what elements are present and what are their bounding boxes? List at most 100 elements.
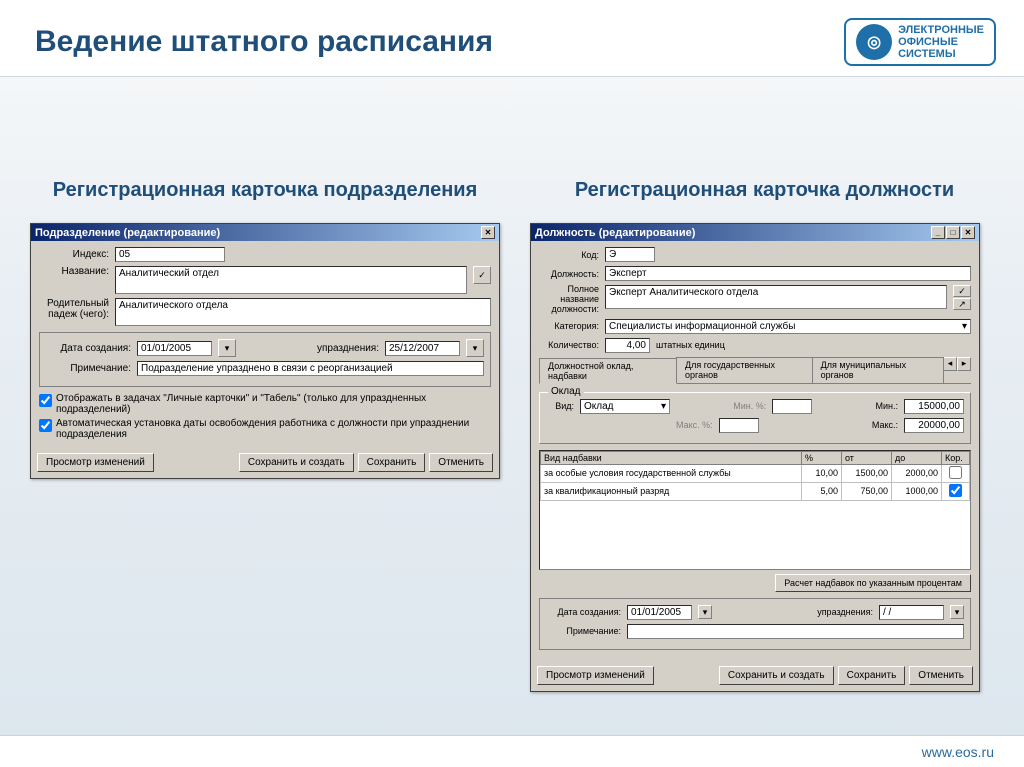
- code-label: Код:: [539, 250, 599, 260]
- show-in-tasks-checkbox[interactable]: [39, 394, 52, 407]
- index-input[interactable]: [115, 247, 225, 262]
- chevron-down-icon: ▾: [661, 401, 666, 412]
- qty-units: штатных единиц: [656, 340, 725, 350]
- department-window: Подразделение (редактирование) ✕ Индекс:…: [30, 223, 500, 479]
- auto-release-label: Автоматическая установка даты освобожден…: [56, 418, 491, 440]
- min-label: Мин.:: [876, 401, 899, 411]
- calc-allowance-button[interactable]: Расчет надбавок по указанным процентам: [775, 574, 971, 592]
- note-input[interactable]: [627, 624, 964, 639]
- allowance-grid[interactable]: Вид надбавки % от до Кор. за особые усло…: [539, 450, 971, 570]
- name-label: Название:: [39, 266, 109, 277]
- col-to[interactable]: до: [892, 451, 942, 464]
- fullname-label: Полное название должности:: [539, 285, 599, 315]
- cancel-button[interactable]: Отменить: [429, 453, 493, 472]
- tabs: Должностной оклад, надбавки Для государс…: [539, 357, 971, 384]
- window-title: Подразделение (редактирование): [35, 227, 220, 239]
- genitive-label: Родительный падеж (чего):: [39, 298, 109, 320]
- date-closed-input[interactable]: [385, 341, 460, 356]
- slide-header: Ведение штатного расписания ◎ ЭЛЕКТРОННЫ…: [0, 0, 1024, 77]
- close-icon[interactable]: ✕: [481, 226, 495, 239]
- max-pct-label: Макс. %:: [676, 420, 713, 430]
- col-from[interactable]: от: [842, 451, 892, 464]
- calendar-icon[interactable]: ▾: [466, 339, 484, 357]
- max-input[interactable]: [904, 418, 964, 433]
- date-closed-label: упразднения:: [817, 607, 873, 617]
- calendar-icon[interactable]: ▾: [218, 339, 236, 357]
- code-input[interactable]: [605, 247, 655, 262]
- minimize-icon[interactable]: _: [931, 226, 945, 239]
- calendar-icon[interactable]: ▾: [950, 605, 964, 619]
- titlebar: Подразделение (редактирование) ✕: [31, 224, 499, 241]
- right-section-title: Регистрационная карточка должности: [530, 177, 999, 203]
- date-closed-label: упразднения:: [317, 343, 379, 354]
- position-input[interactable]: [605, 266, 971, 281]
- kor-checkbox[interactable]: [949, 484, 962, 497]
- date-created-label: Дата создания:: [546, 607, 621, 617]
- max-label: Макс.:: [872, 420, 898, 430]
- view-changes-button[interactable]: Просмотр изменений: [537, 666, 654, 685]
- logo-icon: ◎: [856, 24, 892, 60]
- date-created-input[interactable]: [627, 605, 692, 620]
- tab-salary[interactable]: Должностной оклад, надбавки: [539, 358, 677, 384]
- logo: ◎ ЭЛЕКТРОННЫЕ ОФИСНЫЕ СИСТЕМЫ: [844, 18, 996, 66]
- qty-label: Количество:: [539, 340, 599, 350]
- window-title: Должность (редактирование): [535, 227, 695, 239]
- min-input[interactable]: [904, 399, 964, 414]
- tab-scroll-left-icon[interactable]: ◂: [943, 357, 957, 371]
- save-button[interactable]: Сохранить: [838, 666, 906, 685]
- col-pct[interactable]: %: [802, 451, 842, 464]
- dates-group: Дата создания: ▾ упразднения: ▾ Примечан…: [39, 332, 491, 387]
- salary-legend: Оклад: [548, 386, 584, 397]
- date-created-input[interactable]: [137, 341, 212, 356]
- auto-release-checkbox[interactable]: [39, 419, 52, 432]
- genitive-input[interactable]: Аналитического отдела: [115, 298, 491, 326]
- position-window: Должность (редактирование) _ □ ✕ Код: До…: [530, 223, 980, 692]
- footer-url: www.eos.ru: [922, 744, 994, 760]
- footer: www.eos.ru: [0, 735, 1024, 767]
- spellcheck-icon[interactable]: ✓: [953, 285, 971, 297]
- maximize-icon[interactable]: □: [946, 226, 960, 239]
- position-label: Должность:: [539, 269, 599, 279]
- fullname-input[interactable]: Эксперт Аналитического отдела: [605, 285, 947, 309]
- tab-scroll-right-icon[interactable]: ▸: [957, 357, 971, 371]
- kor-checkbox[interactable]: [949, 466, 962, 479]
- note-label: Примечание:: [46, 363, 131, 374]
- cancel-button[interactable]: Отменить: [909, 666, 973, 685]
- titlebar: Должность (редактирование) _ □ ✕: [531, 224, 979, 241]
- salary-group: Оклад Вид: Оклад▾ Мин. %: Мин.:: [539, 392, 971, 444]
- tab-municipal[interactable]: Для муниципальных органов: [812, 357, 944, 383]
- view-changes-button[interactable]: Просмотр изменений: [37, 453, 154, 472]
- right-column: Регистрационная карточка должности Должн…: [530, 177, 999, 692]
- dates-group: Дата создания: ▾ упразднения: ▾ Примечан…: [539, 598, 971, 650]
- note-input[interactable]: [137, 361, 484, 376]
- expand-icon[interactable]: ↗: [953, 298, 971, 310]
- logo-text: ЭЛЕКТРОННЫЕ ОФИСНЫЕ СИСТЕМЫ: [898, 24, 984, 60]
- kind-select[interactable]: Оклад▾: [580, 399, 670, 414]
- spellcheck-icon[interactable]: ✓: [473, 266, 491, 284]
- slide-title: Ведение штатного расписания: [35, 25, 493, 59]
- note-label: Примечание:: [546, 626, 621, 636]
- qty-input[interactable]: [605, 338, 650, 353]
- index-label: Индекс:: [39, 249, 109, 260]
- save-create-button[interactable]: Сохранить и создать: [239, 453, 354, 472]
- save-button[interactable]: Сохранить: [358, 453, 426, 472]
- date-closed-input[interactable]: [879, 605, 944, 620]
- show-in-tasks-label: Отображать в задачах "Личные карточки" и…: [56, 393, 491, 415]
- close-icon[interactable]: ✕: [961, 226, 975, 239]
- table-row[interactable]: за квалификационный разряд 5,00 750,00 1…: [541, 482, 970, 500]
- left-section-title: Регистрационная карточка подразделения: [30, 177, 500, 203]
- left-column: Регистрационная карточка подразделения П…: [30, 177, 500, 692]
- tab-gov[interactable]: Для государственных органов: [676, 357, 813, 383]
- col-name[interactable]: Вид надбавки: [541, 451, 802, 464]
- col-kor[interactable]: Кор.: [942, 451, 970, 464]
- min-pct-label: Мин. %:: [733, 401, 766, 411]
- name-input[interactable]: Аналитический отдел: [115, 266, 467, 294]
- content: Регистрационная карточка подразделения П…: [0, 77, 1024, 692]
- category-select[interactable]: Специалисты информационной службы▾: [605, 319, 971, 334]
- save-create-button[interactable]: Сохранить и создать: [719, 666, 834, 685]
- chevron-down-icon: ▾: [962, 321, 967, 332]
- min-pct-input: [772, 399, 812, 414]
- table-row[interactable]: за особые условия государственной службы…: [541, 464, 970, 482]
- date-created-label: Дата создания:: [46, 343, 131, 354]
- calendar-icon[interactable]: ▾: [698, 605, 712, 619]
